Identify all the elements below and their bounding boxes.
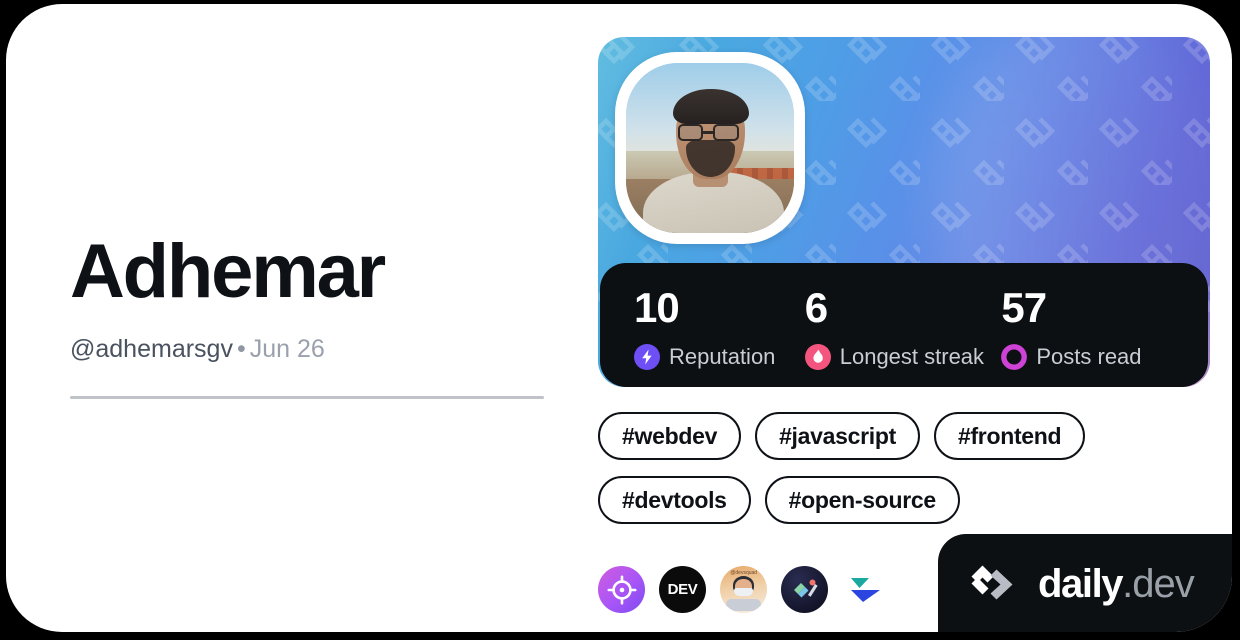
source-list: DEV @devsquad — [598, 566, 889, 613]
stat-value: 10 — [634, 284, 680, 331]
brand-name: daily — [1038, 561, 1124, 606]
profile-identity: Adhemar @adhemarsgv • Jun 26 — [70, 234, 552, 399]
play-triangles-glyph — [851, 578, 880, 602]
tag-list: #webdev #javascript #frontend #devtools … — [598, 412, 1210, 524]
stat-label: Posts read — [1036, 344, 1142, 369]
source-avatar-icon[interactable]: @devsquad — [720, 566, 767, 613]
avatar-glasses-left — [678, 124, 704, 142]
stat-reputation: 10 Reputation — [634, 287, 805, 387]
profile-card: Adhemar @adhemarsgv • Jun 26 10 Reputati… — [6, 4, 1232, 632]
source-avatar-laptop — [725, 598, 762, 612]
page-title: Adhemar — [70, 229, 386, 314]
stat-posts-read: 57 Posts read — [1001, 287, 1174, 387]
tag-chip[interactable]: #open-source — [764, 476, 960, 524]
streak-flame-icon — [804, 344, 831, 370]
source-avatar-mask — [733, 587, 754, 596]
cover-image: 10 Reputation 6 Longest streak 57 Posts … — [598, 37, 1210, 387]
dark-source-glyph — [794, 579, 818, 598]
avatar-photo — [626, 63, 794, 233]
daily-dev-logo — [971, 565, 1013, 600]
tag-chip[interactable]: #devtools — [598, 476, 751, 524]
stat-label: Longest streak — [839, 344, 985, 369]
avatar[interactable] — [615, 52, 805, 244]
source-dev-icon[interactable]: DEV — [659, 566, 706, 613]
profile-right-column: 10 Reputation 6 Longest streak 57 Posts … — [598, 37, 1210, 613]
joined-date: Jun 26 — [249, 335, 325, 363]
brand-suffix: .dev — [1122, 561, 1195, 606]
stat-longest-streak: 6 Longest streak — [804, 284, 1002, 387]
stat-label-row: Reputation — [634, 344, 805, 370]
handle-row: @adhemarsgv • Jun 26 — [70, 335, 552, 364]
reputation-bolt-icon — [634, 344, 660, 370]
daily-dev-badge: daily .dev — [938, 534, 1232, 632]
section-divider — [70, 395, 544, 399]
source-dev-label: DEV — [667, 581, 698, 598]
source-target-icon[interactable] — [598, 566, 645, 613]
tag-chip[interactable]: #javascript — [755, 412, 920, 460]
posts-read-ring-icon — [1001, 344, 1028, 370]
stats-bar: 10 Reputation 6 Longest streak 57 Posts … — [600, 263, 1208, 387]
screenshot-root: Adhemar @adhemarsgv • Jun 26 10 Reputati… — [0, 0, 1240, 640]
stat-value: 6 — [804, 284, 828, 331]
source-avatar-handle: @devsquad — [730, 569, 758, 576]
tag-chip[interactable]: #frontend — [933, 412, 1086, 460]
profile-handle[interactable]: @adhemarsgv — [70, 335, 233, 363]
stat-label-row: Longest streak — [804, 344, 1002, 370]
target-glyph — [606, 574, 637, 605]
brand-wordmark: daily .dev — [1038, 561, 1195, 607]
avatar-glasses-bridge — [703, 131, 714, 134]
avatar-glasses-right — [713, 124, 739, 142]
source-dark-icon[interactable] — [781, 566, 828, 613]
source-play-icon[interactable] — [842, 566, 889, 613]
stat-value: 57 — [1001, 284, 1047, 331]
tag-chip[interactable]: #webdev — [598, 412, 742, 460]
stat-label: Reputation — [669, 344, 776, 369]
separator-dot: • — [236, 335, 246, 363]
stat-label-row: Posts read — [1001, 344, 1174, 370]
